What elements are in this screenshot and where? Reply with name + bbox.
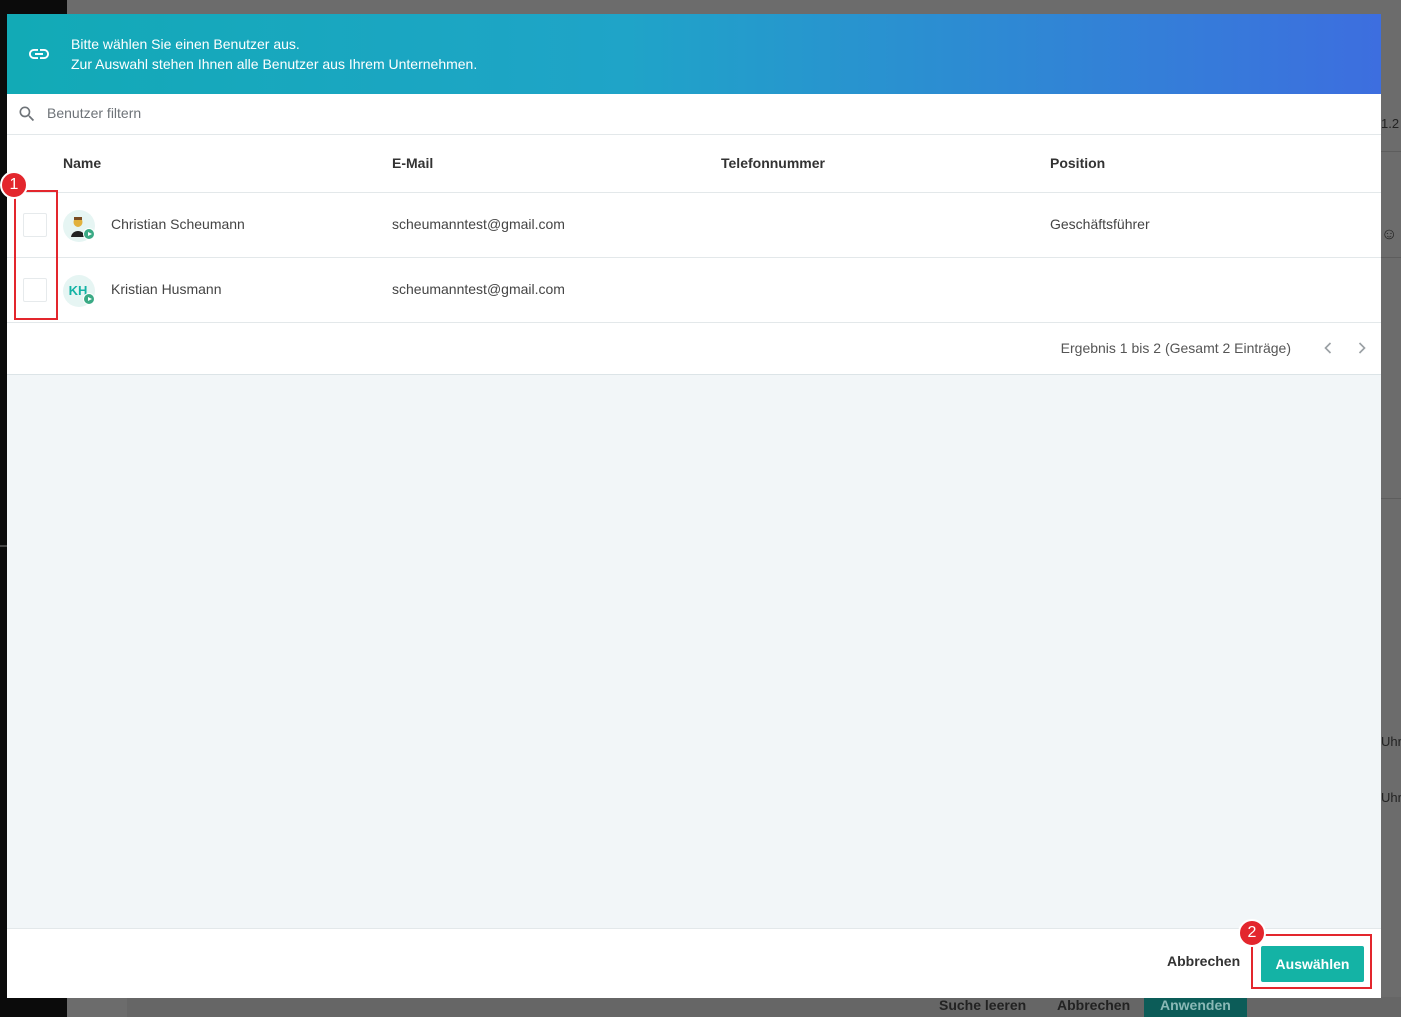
column-header-name[interactable]: Name [63, 155, 101, 171]
table-row[interactable]: KH Kristian Husmann scheumanntest@gmail.… [7, 258, 1381, 323]
column-header-phone[interactable]: Telefonnummer [721, 155, 825, 171]
table-header: Name E-Mail Telefonnummer Position [7, 135, 1381, 193]
background-text: Uhr [1381, 790, 1401, 805]
user-table: Name E-Mail Telefonnummer Position Chris… [7, 135, 1381, 375]
annotation-highlight-checkboxes [14, 190, 58, 320]
dialog-footer: Abbrechen Auswählen [7, 928, 1381, 998]
column-header-email[interactable]: E-Mail [392, 155, 433, 171]
background-text: 1.2 [1381, 116, 1400, 131]
user-name: Christian Scheumann [111, 216, 245, 232]
user-position: Geschäftsführer [1050, 216, 1150, 232]
dialog-description-line1: Bitte wählen Sie einen Benutzer aus. [71, 36, 300, 52]
avatar [63, 210, 95, 242]
cancel-button[interactable]: Abbrechen [1167, 953, 1240, 969]
play-icon [83, 228, 95, 240]
table-row[interactable]: Christian Scheumann scheumanntest@gmail.… [7, 193, 1381, 258]
background-smiley-icon: ☺ [1381, 226, 1398, 243]
search-bar [7, 94, 1381, 135]
link-icon [29, 49, 49, 59]
user-email: scheumanntest@gmail.com [392, 281, 565, 297]
chevron-right-icon[interactable] [1352, 338, 1372, 358]
annotation-badge: 2 [1238, 919, 1266, 947]
search-input[interactable] [47, 102, 647, 124]
annotation-highlight-select-button [1251, 934, 1372, 989]
user-select-dialog: Bitte wählen Sie einen Benutzer aus. Zur… [7, 14, 1381, 998]
background-text: Uhr [1381, 734, 1401, 749]
dialog-description-line2: Zur Auswahl stehen Ihnen alle Benutzer a… [71, 56, 478, 72]
search-icon [19, 106, 35, 122]
dialog-description: Bitte wählen Sie einen Benutzer aus. Zur… [71, 34, 477, 74]
pagination-result-text: Ergebnis 1 bis 2 (Gesamt 2 Einträge) [1060, 340, 1291, 356]
pagination: Ergebnis 1 bis 2 (Gesamt 2 Einträge) [7, 322, 1381, 375]
dialog-header: Bitte wählen Sie einen Benutzer aus. Zur… [7, 14, 1381, 94]
avatar: KH [63, 275, 95, 307]
column-header-position[interactable]: Position [1050, 155, 1105, 171]
play-icon [83, 293, 95, 305]
background-toolbar: Suche leeren Abbrechen Anwenden [127, 997, 1401, 1017]
background-right-panel: 1.2 ☺ Uhr Uhr [1381, 94, 1401, 1017]
background-clear-button: Suche leeren [939, 997, 1027, 1013]
background-cancel-button: Abbrechen [1057, 997, 1131, 1013]
annotation-badge: 1 [0, 171, 28, 199]
user-email: scheumanntest@gmail.com [392, 216, 565, 232]
background-apply-button: Anwenden [1144, 997, 1247, 1017]
user-name: Kristian Husmann [111, 281, 222, 297]
chevron-left-icon[interactable] [1318, 338, 1338, 358]
